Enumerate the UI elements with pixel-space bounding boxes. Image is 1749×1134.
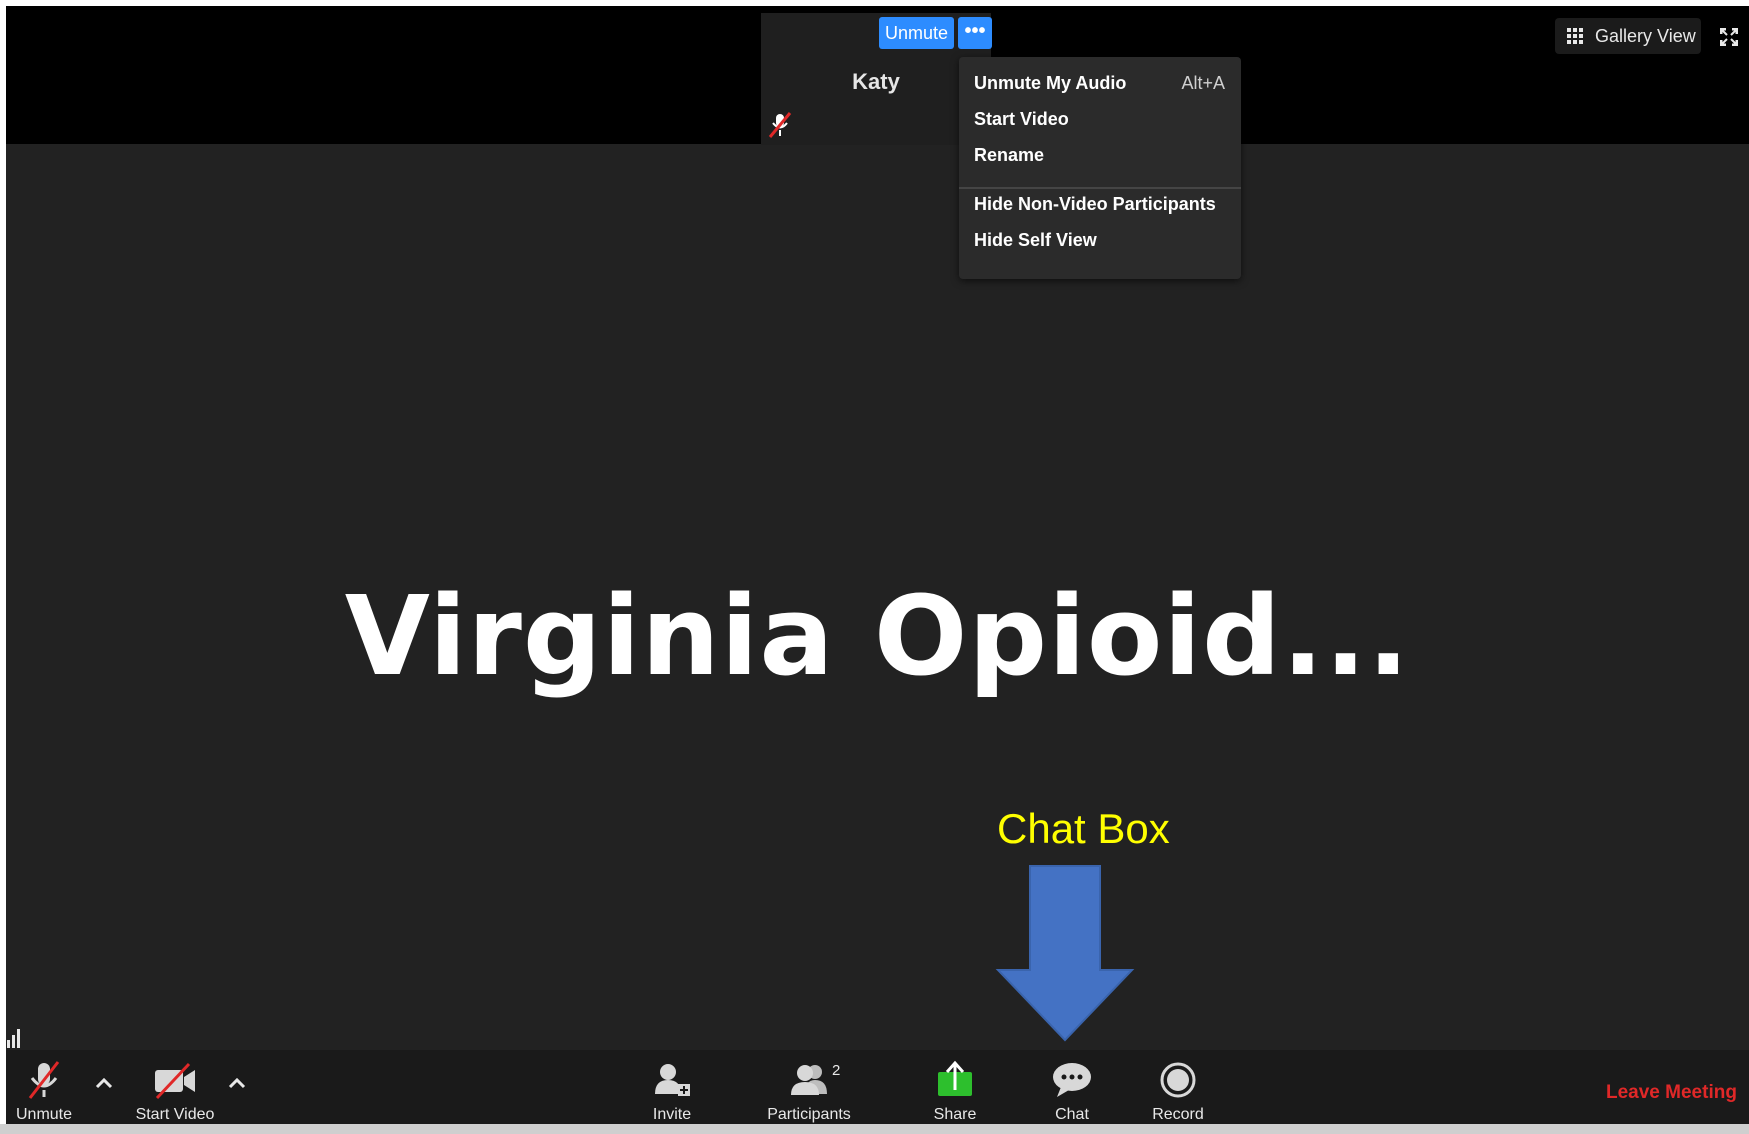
fullscreen-icon[interactable] [1720,28,1738,46]
participant-more-button[interactable]: ••• [958,17,992,49]
invite-button[interactable]: Invite [636,1050,708,1130]
participant-thumbnail[interactable]: Katy [761,13,991,145]
chevron-up-icon[interactable] [227,1076,247,1090]
microphone-muted-icon [28,1061,60,1099]
unmute-label: Unmute [15,1106,73,1123]
share-label: Share [933,1106,977,1123]
participants-label: Participants [767,1106,851,1123]
chat-box-annotation-label: Chat Box [997,805,1170,852]
menu-item-label: Unmute My Audio [974,73,1127,93]
zoom-meeting-window: Katy Unmute ••• Gallery View Unmute My A… [6,6,1749,1130]
unmute-button[interactable]: Unmute [6,1050,82,1130]
participant-unmute-button[interactable]: Unmute [879,17,954,49]
chat-label: Chat [1055,1106,1089,1123]
start-video-label: Start Video [135,1106,215,1123]
menu-item-hide-self-view[interactable]: Hide Self View [974,228,1225,252]
leave-meeting-button[interactable]: Leave Meeting [1606,1082,1737,1104]
participant-mic-muted-icon [768,112,792,138]
gallery-view-button[interactable]: Gallery View [1555,18,1701,54]
video-off-icon [155,1062,195,1100]
menu-item-hide-non-video-participants[interactable]: Hide Non-Video Participants [974,192,1225,216]
down-arrow-annotation [995,865,1135,1042]
invite-label: Invite [652,1106,692,1123]
participant-context-menu: Unmute My Audio Alt+A Start Video Rename… [959,57,1241,279]
invite-icon [655,1064,690,1096]
record-icon [1160,1062,1196,1098]
start-video-button[interactable]: Start Video [123,1050,227,1130]
share-screen-icon [938,1060,972,1096]
menu-item-shortcut: Alt+A [1181,73,1225,93]
menu-item-rename[interactable]: Rename [974,143,1225,167]
chat-button[interactable]: Chat [1036,1050,1108,1130]
menu-divider [959,187,1241,189]
record-label: Record [1152,1106,1204,1123]
gallery-grid-icon [1567,28,1583,44]
participants-count-badge: 2 [832,1062,841,1079]
chevron-up-icon[interactable] [94,1076,114,1090]
meeting-toolbar: Unmute Start Video Invite 2 Participants… [6,1050,1749,1130]
menu-item-unmute-my-audio[interactable]: Unmute My Audio Alt+A [974,71,1225,95]
taskbar-edge [0,1124,1749,1134]
chat-icon [1053,1063,1091,1097]
menu-item-start-video[interactable]: Start Video [974,107,1225,131]
participants-button[interactable]: 2 Participants [754,1050,864,1130]
gallery-view-label: Gallery View [1595,26,1696,46]
signal-icon [7,1029,20,1048]
participant-name: Katy [852,69,900,94]
share-screen-button[interactable]: Share [912,1050,998,1130]
participants-icon [791,1065,827,1095]
record-button[interactable]: Record [1137,1050,1219,1130]
shared-screen-title: Virginia Opioid... [344,572,1411,700]
thumbnail-strip: Katy Unmute ••• Gallery View [6,6,1749,145]
